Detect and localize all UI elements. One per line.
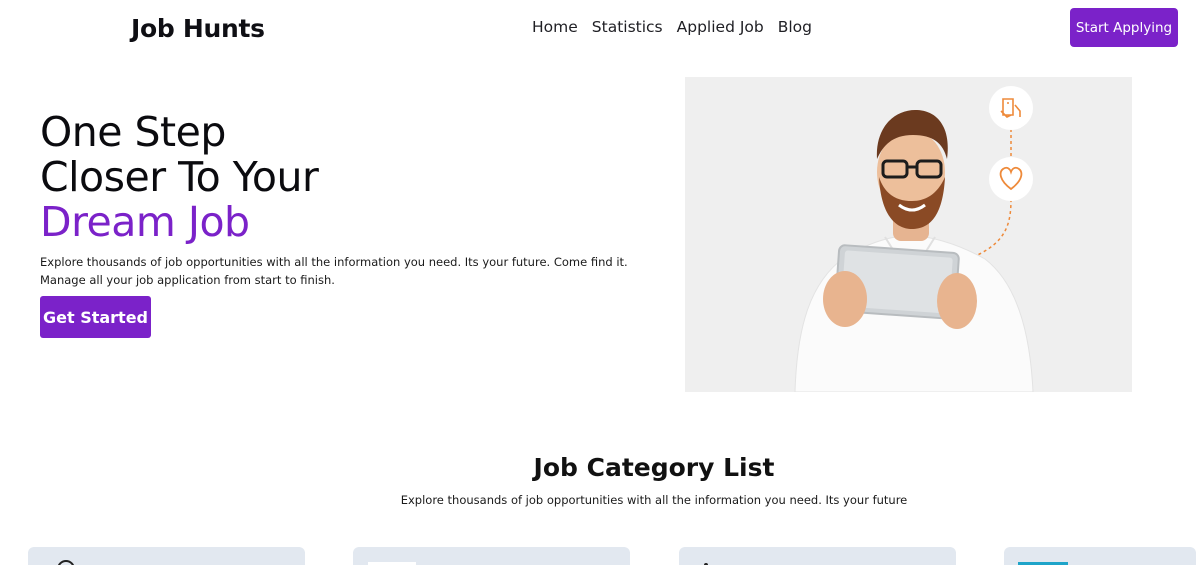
nav-statistics[interactable]: Statistics	[592, 18, 663, 36]
hero-title-accent: Dream Job	[40, 198, 250, 246]
main-nav: Home Statistics Applied Job Blog	[532, 18, 826, 36]
category-card-3[interactable]	[679, 547, 956, 565]
category-card-1[interactable]	[28, 547, 305, 565]
heart-icon	[989, 157, 1033, 201]
nav-applied-job[interactable]: Applied Job	[677, 18, 764, 36]
category-icon	[57, 560, 75, 565]
hero-description-line2: Manage all your job application from sta…	[40, 273, 335, 287]
category-icon	[704, 563, 708, 565]
nav-home[interactable]: Home	[532, 18, 578, 36]
hero-title-line1: One Step	[40, 108, 226, 156]
category-icon	[1018, 562, 1068, 565]
category-card-4[interactable]	[1004, 547, 1196, 565]
hero-description-line1: Explore thousands of job opportunities w…	[40, 255, 628, 269]
category-icon	[368, 562, 416, 565]
hero-description: Explore thousands of job opportunities w…	[40, 253, 628, 289]
start-applying-button[interactable]: Start Applying	[1070, 8, 1178, 47]
category-section-title: Job Category List	[533, 453, 775, 482]
hero-title: One Step Closer To Your Dream Job	[40, 108, 319, 246]
get-started-button[interactable]: Get Started	[40, 296, 151, 338]
hero-image	[685, 77, 1132, 392]
nav-blog[interactable]: Blog	[778, 18, 812, 36]
tablet-hand-icon	[989, 86, 1033, 130]
hero-title-line2: Closer To Your	[40, 153, 319, 201]
category-card-2[interactable]	[353, 547, 630, 565]
man-with-tablet-illustration	[685, 77, 1132, 392]
category-section-subtitle: Explore thousands of job opportunities w…	[400, 493, 908, 507]
brand-logo[interactable]: Job Hunts	[131, 14, 265, 43]
